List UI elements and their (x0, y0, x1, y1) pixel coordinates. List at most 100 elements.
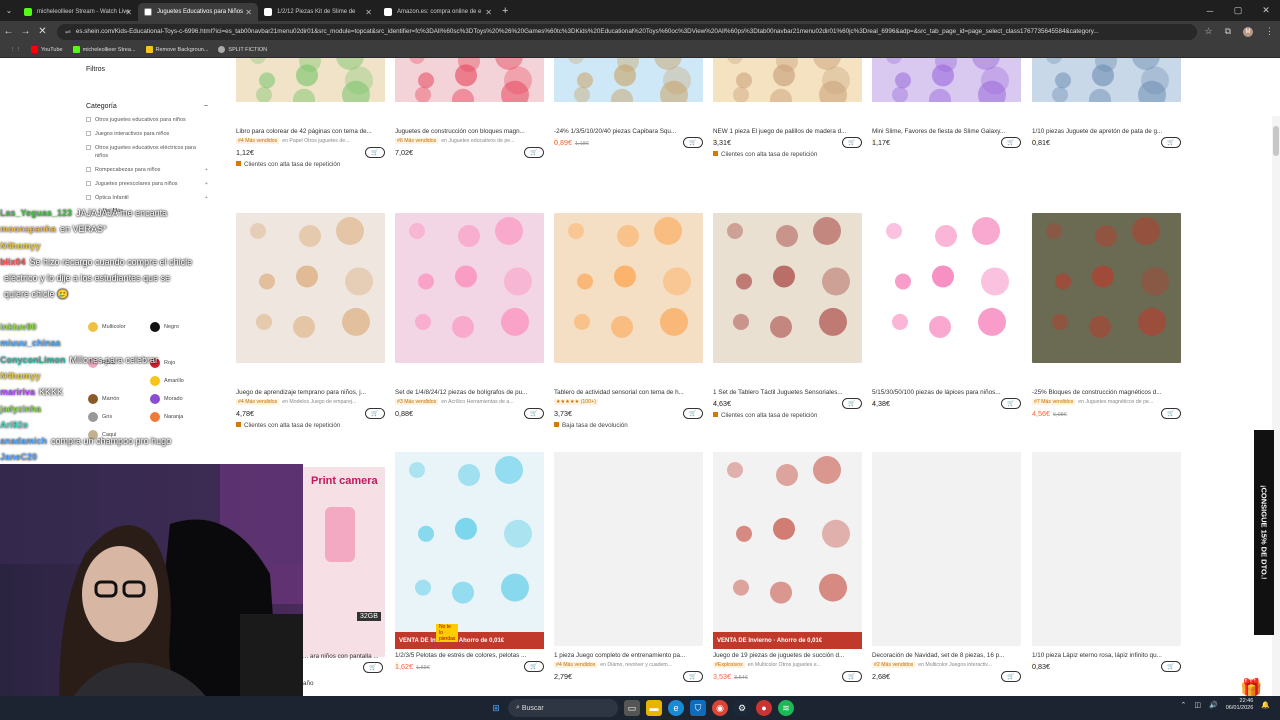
tab-amazon[interactable]: Amazon.es: compra online de e ✕ (378, 3, 498, 21)
product-image[interactable] (872, 213, 1021, 363)
product-title[interactable]: Tablero de actividad sensorial con tema … (554, 389, 704, 396)
checkbox[interactable] (86, 117, 91, 122)
stop-icon[interactable]: ✕ (34, 26, 51, 37)
add-to-cart-icon[interactable]: 🛒 (365, 408, 385, 419)
category-header[interactable]: Categoría − (86, 103, 208, 110)
product-image[interactable] (236, 58, 385, 102)
product-image[interactable] (713, 213, 862, 363)
menu-icon[interactable]: ⋮ (1265, 26, 1274, 37)
spotify-icon[interactable]: ≋ (778, 700, 794, 716)
category-option[interactable]: Otros juguetes educativos para niños (86, 116, 208, 124)
product-image[interactable] (872, 58, 1021, 102)
expand-icon[interactable]: + (205, 194, 208, 202)
site-info-icon[interactable]: ⇌ (65, 28, 71, 36)
back-icon[interactable]: ← (0, 26, 17, 37)
product-image[interactable] (872, 452, 1021, 646)
extensions-icon[interactable]: ⧉ (1225, 26, 1231, 37)
product-title[interactable]: Set de 1/4/8/24/12 piezas de bolígrafos … (395, 389, 545, 396)
expand-icon[interactable]: + (205, 166, 208, 174)
product-title[interactable]: 1/10 piezas Juguete de apretón de pata d… (1032, 128, 1182, 135)
add-to-cart-icon[interactable]: 🛒 (683, 408, 703, 419)
product-title[interactable]: -24% 1/3/5/10/20/40 piezas Capibara Squ.… (554, 128, 704, 135)
product-image[interactable] (713, 452, 862, 646)
product-title[interactable]: Decoración de Navidad, set de 8 piezas, … (872, 652, 1022, 659)
app-icon[interactable]: ● (756, 700, 772, 716)
tab-shein[interactable]: Juguetes Educativos para Niños ✕ (138, 3, 258, 21)
product-title[interactable]: NEW 1 pieza El juego de palillos de made… (713, 128, 863, 135)
file-explorer-icon[interactable]: ▬ (646, 700, 662, 716)
add-to-cart-icon[interactable]: 🛒 (1001, 137, 1021, 148)
category-option[interactable]: Rompecabezas para niños + (86, 166, 208, 174)
collapse-icon[interactable]: − (204, 103, 208, 110)
checkbox[interactable] (86, 167, 91, 172)
chevron-up-icon[interactable]: ⌃ (1181, 701, 1187, 709)
maximize-icon[interactable]: ▢ (1224, 0, 1252, 21)
close-window-icon[interactable]: ✕ (1252, 0, 1280, 21)
apps-icon[interactable]: ⋮⋮ (10, 47, 21, 53)
add-to-cart-icon[interactable]: 🛒 (1161, 661, 1181, 672)
add-to-cart-icon[interactable]: 🛒 (1161, 408, 1181, 419)
product-image[interactable] (554, 58, 703, 102)
product-image[interactable] (395, 213, 544, 363)
add-to-cart-icon[interactable]: 🛒 (365, 147, 385, 158)
bookmark-star-icon[interactable]: ☆ (1204, 26, 1212, 37)
category-option[interactable]: Juguetes preescolares para niños + (86, 180, 208, 188)
add-to-cart-icon[interactable]: 🛒 (1001, 671, 1021, 682)
new-tab-button[interactable]: + (502, 5, 508, 17)
store-icon[interactable]: ⛉ (690, 700, 706, 716)
product-image[interactable] (554, 452, 703, 646)
tab-kick[interactable]: micheleollieer Stream - Watch Live ✕ (18, 3, 138, 21)
add-to-cart-icon[interactable]: 🛒 (524, 661, 544, 672)
bookmark-kick[interactable]: micheleollieer Strea... (72, 46, 136, 53)
category-option[interactable]: Otros juguetes educativos eléctricos par… (86, 144, 208, 160)
scrollbar-thumb[interactable] (1273, 126, 1279, 156)
close-icon[interactable]: ✕ (365, 8, 372, 17)
product-title[interactable]: 1 pieza Juego completo de entrenamiento … (554, 652, 704, 659)
add-to-cart-icon[interactable]: 🛒 (1001, 398, 1021, 409)
add-to-cart-icon[interactable]: 🛒 (842, 671, 862, 682)
clock[interactable]: 22:46 06/01/2026 (1226, 698, 1254, 712)
product-title[interactable]: 1/10 pieza Lápiz eterno rosa, lápiz infi… (1032, 652, 1182, 659)
product-title[interactable]: Juego de 19 piezas de juguetes de succió… (713, 652, 863, 659)
task-view-icon[interactable]: ▭ (624, 700, 640, 716)
steam-icon[interactable]: ⚙ (734, 700, 750, 716)
promo-banner[interactable]: ¡CONSIGUE 15% DE DTO.! (1254, 430, 1274, 635)
address-bar[interactable]: ⇌ es.shein.com/Kids-Educational-Toys-c-6… (57, 23, 1197, 40)
checkbox[interactable] (86, 145, 91, 150)
product-image[interactable] (236, 213, 385, 363)
tab-search-icon[interactable]: ⌄ (0, 2, 18, 20)
product-image[interactable] (1032, 213, 1181, 363)
add-to-cart-icon[interactable]: 🛒 (1161, 137, 1181, 148)
product-title[interactable]: -25% Bloques de construcción magnéticos … (1032, 389, 1182, 396)
product-image[interactable] (1032, 452, 1181, 646)
checkbox[interactable] (86, 181, 91, 186)
expand-icon[interactable]: + (205, 180, 208, 188)
profile-avatar[interactable]: M (1243, 26, 1253, 37)
add-to-cart-icon[interactable]: 🛒 (524, 147, 544, 158)
windows-start-icon[interactable]: ⊞ (488, 700, 504, 716)
tab-slime[interactable]: 1/2/12 Piezas Kit de Slime de ✕ (258, 3, 378, 21)
product-image[interactable] (395, 452, 544, 646)
bookmark-split-fiction[interactable]: SPLIT FICTION (218, 46, 267, 53)
product-title[interactable]: 5/15/30/50/100 piezas de lápices para ni… (872, 389, 1022, 396)
checkbox[interactable] (86, 195, 91, 200)
product-title[interactable]: Mini Slime, Favores de fiesta de Slime G… (872, 128, 1022, 135)
checkbox[interactable] (86, 131, 91, 136)
category-option[interactable]: Juegos interactivos para niños (86, 130, 208, 138)
close-icon[interactable]: ✕ (485, 8, 492, 17)
add-to-cart-icon[interactable]: 🛒 (363, 662, 383, 673)
product-image[interactable] (554, 213, 703, 363)
edge-icon[interactable]: e (668, 700, 684, 716)
add-to-cart-icon[interactable]: 🛒 (842, 137, 862, 148)
product-image[interactable]: Print camera 32GB (303, 467, 385, 657)
notification-icon[interactable]: 🔔 (1261, 701, 1270, 709)
minimize-icon[interactable]: ─ (1196, 0, 1224, 21)
product-title[interactable]: Juego de aprendizaje temprano para niños… (236, 389, 386, 396)
add-to-cart-icon[interactable]: 🛒 (683, 137, 703, 148)
bookmark-remove-bg[interactable]: Remove Backgroun... (145, 46, 208, 53)
product-image[interactable] (713, 58, 862, 102)
product-image[interactable] (1032, 58, 1181, 102)
bookmark-youtube[interactable]: YouTube (31, 46, 63, 53)
add-to-cart-icon[interactable]: 🛒 (842, 398, 862, 409)
gift-icon[interactable]: 🎁 (1240, 678, 1262, 696)
